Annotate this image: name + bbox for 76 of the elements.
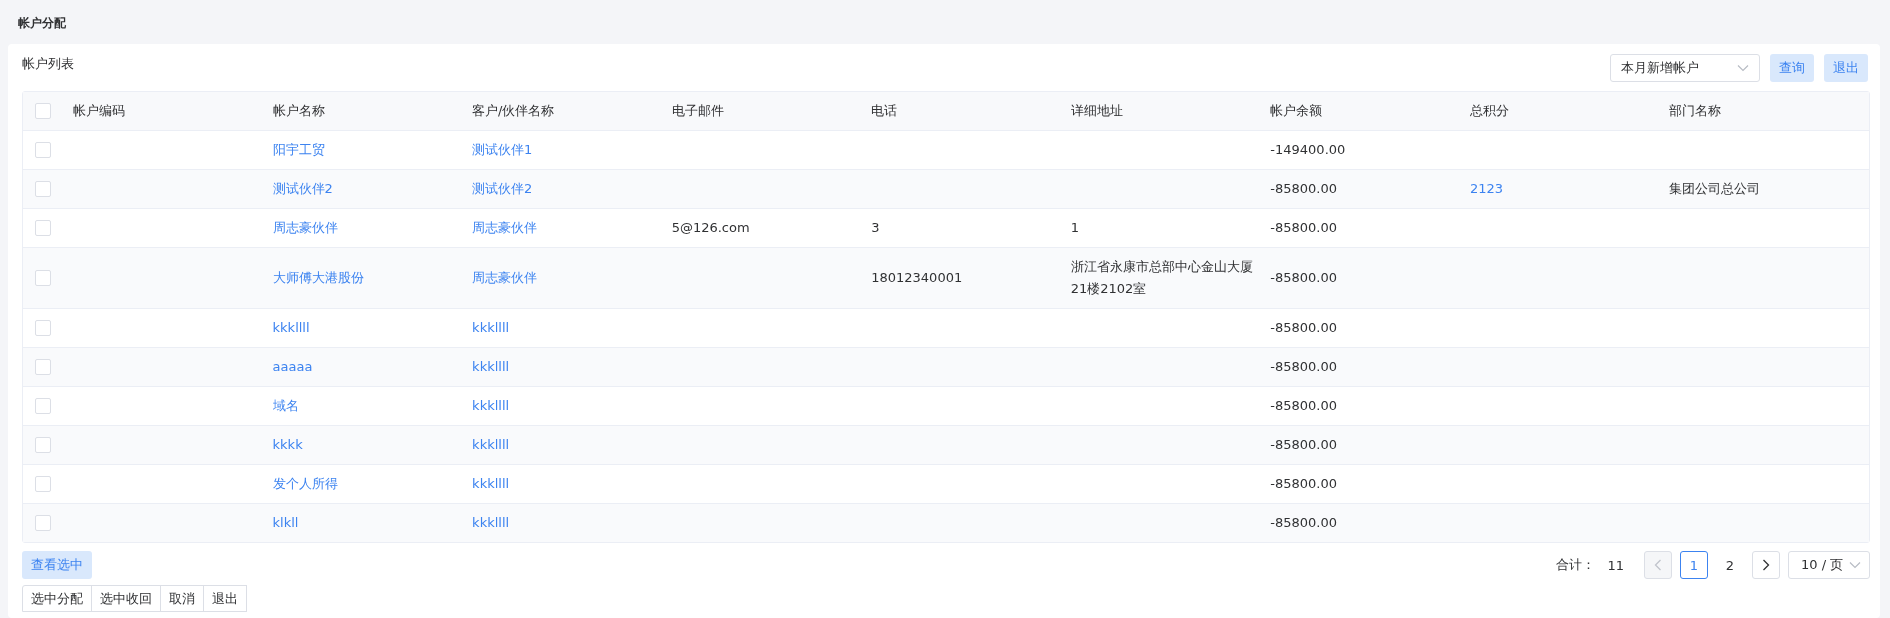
table-cell: -85800.00 [1270, 398, 1338, 413]
table-cell: -149400.00 [1270, 142, 1346, 157]
table-link[interactable]: kkkllll [472, 320, 510, 335]
action-button[interactable]: 选中分配 [22, 585, 92, 612]
table-link[interactable]: 周志豪伙伴 [472, 270, 538, 285]
table-link[interactable]: 周志豪伙伴 [272, 220, 338, 235]
total-count: 11 [1607, 557, 1624, 573]
column-header: 电子邮件 [671, 103, 724, 118]
row-checkbox[interactable] [35, 181, 51, 197]
table-cell: -85800.00 [1270, 220, 1338, 235]
table-link[interactable]: 阳宇工贸 [272, 142, 325, 157]
row-checkbox[interactable] [35, 515, 51, 531]
column-header: 总积分 [1469, 103, 1509, 118]
table-link[interactable]: kkkllll [472, 515, 510, 530]
row-checkbox[interactable] [35, 142, 51, 158]
table-link[interactable]: 测试伙伴1 [472, 142, 533, 157]
row-checkbox[interactable] [35, 320, 51, 336]
chevron-down-icon [1737, 64, 1749, 72]
table-link[interactable]: 测试伙伴2 [272, 181, 333, 196]
row-checkbox[interactable] [35, 476, 51, 492]
chevron-right-icon [1762, 559, 1770, 571]
view-selected-button[interactable]: 查看选中 [22, 551, 92, 579]
page-title: 帐户分配 [17, 15, 67, 32]
table-cell: -85800.00 [1270, 515, 1338, 530]
table-cell: 3 [871, 220, 880, 235]
action-button[interactable]: 退出 [203, 585, 247, 612]
row-checkbox[interactable] [35, 359, 51, 375]
table-link[interactable]: kkkllll [472, 476, 510, 491]
row-checkbox[interactable] [35, 220, 51, 236]
table-cell: -85800.00 [1270, 181, 1338, 196]
table-cell: -85800.00 [1270, 359, 1338, 374]
table-cell: -85800.00 [1270, 270, 1338, 285]
table-link[interactable]: 2123 [1469, 181, 1503, 196]
column-header: 部门名称 [1669, 103, 1722, 118]
table-cell: -85800.00 [1270, 320, 1338, 335]
table-link[interactable]: 域名 [272, 398, 299, 413]
action-button[interactable]: 选中收回 [91, 585, 161, 612]
total-label: 合计： [1556, 556, 1596, 574]
column-header: 帐户名称 [272, 103, 325, 118]
table-cell: 1 [1070, 220, 1080, 235]
table-link[interactable]: kkkk [272, 437, 303, 452]
table-link[interactable]: klkll [272, 515, 299, 530]
table-link[interactable]: 大师傅大港股份 [272, 270, 364, 285]
column-header: 帐户编码 [73, 103, 125, 118]
row-checkbox[interactable] [35, 437, 51, 453]
row-checkbox[interactable] [35, 398, 51, 414]
table-link[interactable]: kkkllll [272, 320, 310, 335]
action-button[interactable]: 取消 [160, 585, 204, 612]
table-cell: 18012340001 [871, 270, 963, 285]
table-link[interactable]: kkkllll [472, 437, 510, 452]
row-checkbox[interactable] [35, 270, 51, 286]
column-header: 详细地址 [1070, 103, 1123, 118]
table-link[interactable]: aaaaa [272, 359, 313, 374]
filter-dropdown[interactable]: 本月新增帐户 [1610, 54, 1760, 82]
chevron-left-icon [1654, 559, 1662, 571]
select-all-checkbox[interactable] [35, 103, 51, 119]
column-header: 帐户余额 [1270, 103, 1323, 118]
toolbar-button[interactable]: 退出 [1824, 54, 1868, 82]
chevron-down-icon [1849, 561, 1861, 569]
table-link[interactable]: 发个人所得 [272, 476, 338, 491]
next-page-button[interactable] [1752, 551, 1780, 579]
table-cell: 5@126.com [671, 220, 750, 235]
table-cell: -85800.00 [1270, 437, 1338, 452]
page-button[interactable]: 1 [1680, 551, 1708, 579]
page-size-dropdown[interactable]: 10 / 页 [1788, 551, 1870, 579]
table-link[interactable]: 测试伙伴2 [472, 181, 533, 196]
table-link[interactable]: kkkllll [472, 398, 510, 413]
panel-title: 帐户列表 [22, 55, 74, 73]
table-link[interactable]: 周志豪伙伴 [472, 220, 538, 235]
column-header: 电话 [871, 103, 898, 118]
table-link[interactable]: kkkllll [472, 359, 510, 374]
table-cell: 集团公司总公司 [1669, 181, 1761, 196]
toolbar-button[interactable]: 查询 [1770, 54, 1814, 82]
column-header: 客户/伙伴名称 [472, 103, 555, 118]
table-cell: -85800.00 [1270, 476, 1338, 491]
table-cell: 浙江省永康市总部中心金山大厦21楼2102室 [1070, 259, 1253, 296]
